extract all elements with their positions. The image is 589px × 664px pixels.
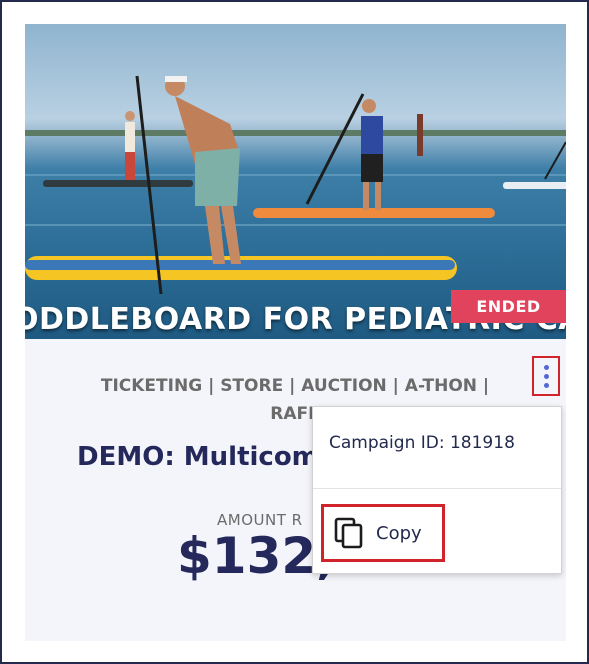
campaign-id-text: Campaign ID: 181918 [329,433,515,453]
more-vertical-icon [543,382,549,388]
paddler-mid-shirt [361,116,383,154]
more-options-button[interactable] [532,356,560,396]
paddle-far [544,141,566,180]
options-dropdown-menu: Campaign ID: 181918 Copy [312,406,562,574]
board-far-left [43,180,193,187]
paddler-left-legs [125,152,135,180]
shoreline [25,130,566,136]
more-vertical-icon [543,364,549,370]
paddler-main-shorts [195,148,240,206]
copy-icon [334,517,363,549]
copy-button[interactable]: Copy [321,504,445,562]
paddler-mid-shorts [361,154,383,182]
paddler-left-head [125,111,135,121]
campaign-hero-image: ODDLEBOARD FOR PEDIATRIC CANCER ENDED [25,24,566,339]
paddler-mid-leg [375,182,381,210]
channel-marker [417,114,423,156]
paddler-left [125,122,135,152]
board-far-right [503,182,566,189]
paddle-mid [305,93,365,205]
paddler-mid-leg [363,182,369,210]
campaign-title[interactable]: DEMO: Multicom [77,442,319,472]
paddler-main-leg [205,206,225,264]
water-glint [25,224,566,226]
copy-label: Copy [376,522,422,544]
menu-divider [313,488,561,489]
water-glint [25,174,566,176]
more-vertical-icon [543,373,549,379]
paddler-mid-head [362,99,376,113]
board-orange [253,208,495,218]
status-badge: ENDED [451,290,566,323]
screenshot-frame: ODDLEBOARD FOR PEDIATRIC CANCER ENDED TI… [0,0,589,664]
paddler-main-visor [165,76,187,82]
